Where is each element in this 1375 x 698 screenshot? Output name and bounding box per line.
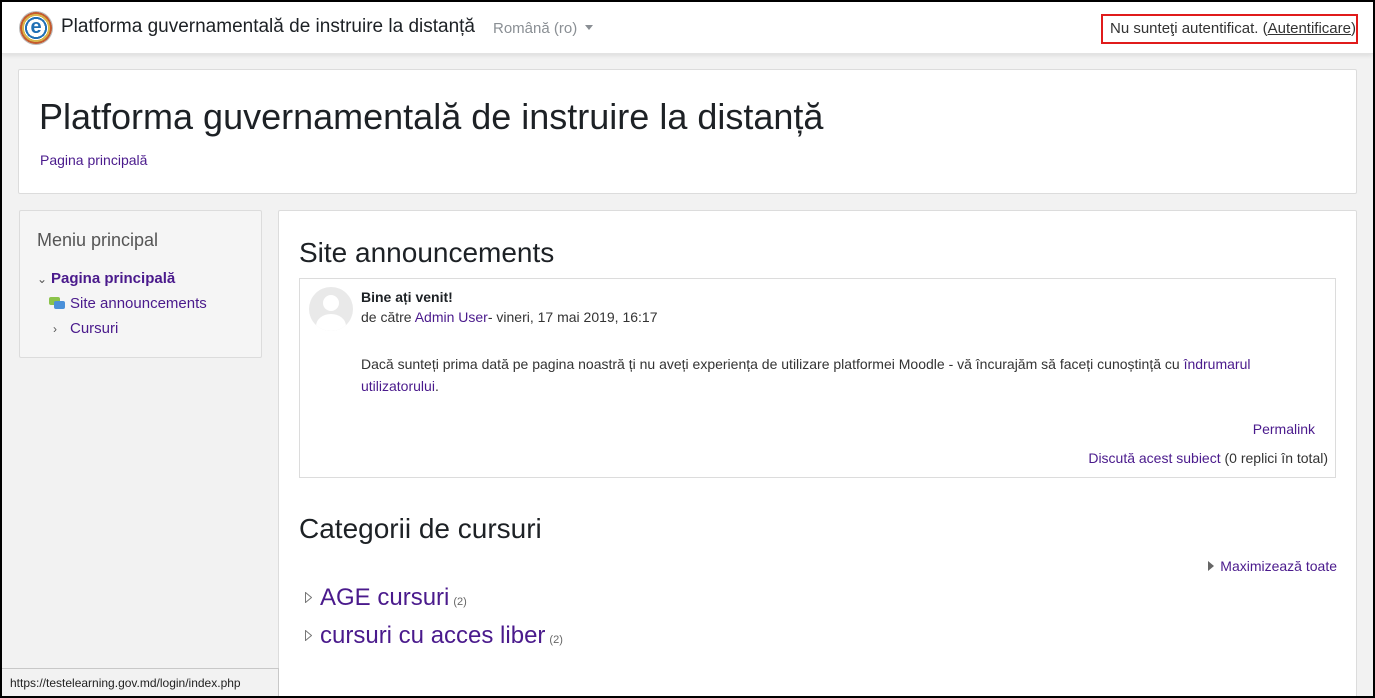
category-count: (2) xyxy=(549,634,563,646)
user-avatar[interactable] xyxy=(309,287,353,331)
announcements-title: Site announcements xyxy=(299,237,555,268)
categories-title: Categorii de cursuri xyxy=(299,513,542,544)
category-count: (2) xyxy=(453,596,467,608)
collapsed-triangle-icon xyxy=(305,592,312,603)
page-title: Platforma guvernamentală de instruire la… xyxy=(39,96,824,137)
forum-icon xyxy=(49,297,65,310)
sidebar-item-label: Site announcements xyxy=(70,295,207,312)
post-byline: de către Admin User- vineri, 17 mai 2019… xyxy=(361,309,658,325)
sidebar-item-site-announcements[interactable]: Site announcements xyxy=(49,295,207,312)
login-status-text: Nu sunteţi autentificat. ( xyxy=(1110,20,1268,37)
post-subject: Bine ați venit! xyxy=(361,289,453,305)
language-label: Română (ro) xyxy=(493,20,578,37)
permalink-link[interactable]: Permalink xyxy=(1253,421,1315,437)
block-title: Meniu principal xyxy=(37,230,159,250)
sidebar-item-label: Pagina principală xyxy=(51,270,176,287)
main-menu-block: Meniu principal ⌄ Pagina principală Site … xyxy=(19,210,262,358)
category-name: cursuri cu acces liber xyxy=(320,622,546,649)
post-body-end: . xyxy=(434,378,439,394)
category-item[interactable]: AGE cursuri (2) xyxy=(305,584,467,612)
page-header: Platforma guvernamentală de instruire la… xyxy=(18,69,1357,194)
collapsed-triangle-icon xyxy=(305,630,312,641)
byline-prefix: de către xyxy=(361,309,415,325)
top-navbar: e Platforma guvernamentală de instruire … xyxy=(2,2,1373,54)
sidebar-item-courses[interactable]: › Cursuri xyxy=(53,320,118,337)
caret-down-icon xyxy=(585,25,594,30)
post-body-text: Dacă sunteți prima dată pe pagina noastr… xyxy=(361,356,1184,372)
discuss-topic-link[interactable]: Discută acest subiect xyxy=(1088,450,1220,466)
sidebar-item-label: Cursuri xyxy=(70,320,119,337)
author-link[interactable]: Admin User xyxy=(415,309,488,325)
language-menu[interactable]: Română (ro) xyxy=(493,20,594,37)
site-logo[interactable]: e xyxy=(19,11,53,45)
main-content: Site announcements Bine ați venit! de că… xyxy=(278,210,1357,696)
sidebar-item-home[interactable]: ⌄ Pagina principală xyxy=(37,270,175,287)
chevron-right-icon: › xyxy=(53,322,57,336)
reply-count: (0 replici în total) xyxy=(1220,450,1329,466)
status-bar-url: https://testelearning.gov.md/login/index… xyxy=(2,668,279,696)
login-close-paren: ) xyxy=(1350,20,1356,37)
login-info: Nu sunteţi autentificat. (Autentificare) xyxy=(1101,14,1358,44)
chevron-down-icon: ⌄ xyxy=(37,272,48,286)
browser-viewport: e Platforma guvernamentală de instruire … xyxy=(2,2,1373,696)
post-date: - vineri, 17 mai 2019, 16:17 xyxy=(487,309,658,325)
site-brand[interactable]: Platforma guvernamentală de instruire la… xyxy=(61,16,475,38)
breadcrumb-home[interactable]: Pagina principală xyxy=(40,152,147,168)
discuss-row: Discută acest subiect (0 replici în tota… xyxy=(1088,450,1328,466)
expand-all-button[interactable]: Maximizează toate xyxy=(1208,558,1337,574)
expand-all-label: Maximizează toate xyxy=(1220,558,1337,574)
login-link[interactable]: Autentificare xyxy=(1268,20,1351,37)
category-item[interactable]: cursuri cu acces liber (2) xyxy=(305,622,563,650)
category-name: AGE cursuri xyxy=(320,584,450,611)
post-body: Dacă sunteți prima dată pe pagina noastr… xyxy=(361,353,1321,397)
forum-post: Bine ați venit! de către Admin User- vin… xyxy=(299,278,1336,478)
caret-right-icon xyxy=(1208,561,1215,571)
